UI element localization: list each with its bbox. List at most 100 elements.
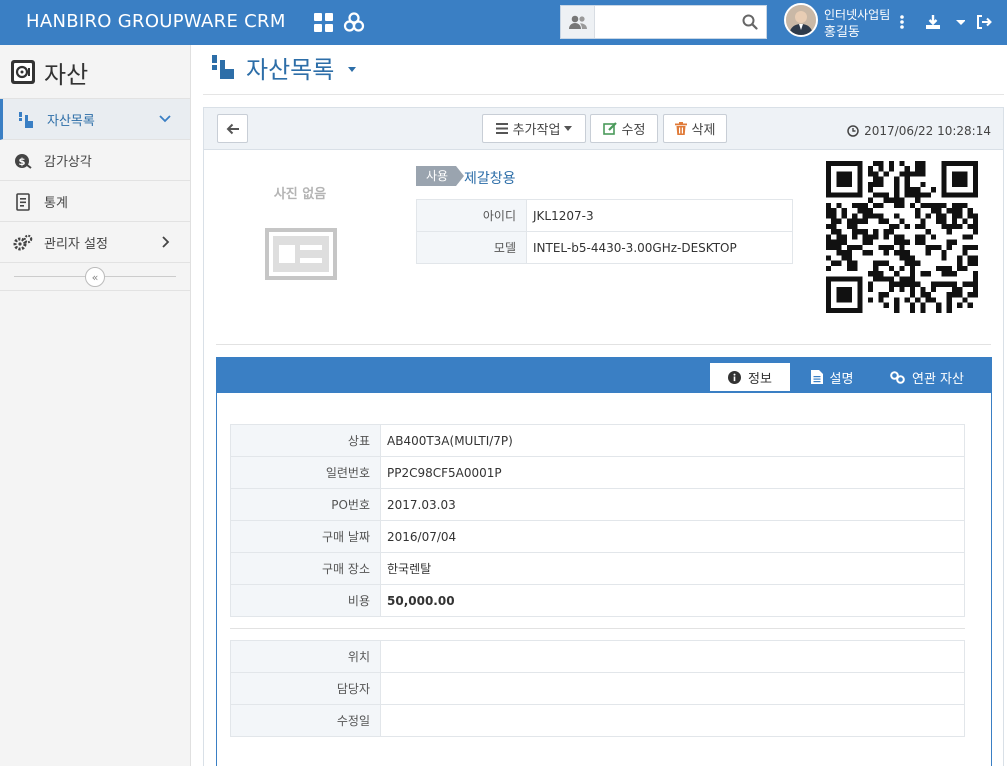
field-value: AB400T3A(MULTI/7P) <box>380 424 965 457</box>
no-photo-label: 사진 없음 <box>273 187 327 202</box>
link-icon <box>890 370 905 384</box>
field-label: 구매 날짜 <box>230 520 381 553</box>
pointer-hand-icon <box>16 110 36 130</box>
search-icon <box>742 14 758 30</box>
org-chart-icon[interactable] <box>342 10 366 34</box>
info-circle-icon <box>728 370 742 384</box>
tab-related-assets[interactable]: 연관 자산 <box>885 363 969 391</box>
field-label: 구매 장소 <box>230 552 381 585</box>
pointer-hand-icon <box>212 55 234 79</box>
double-chevron-left-icon[interactable]: « <box>85 267 105 287</box>
summary-table: 아이디 JKL1207-3 모델 INTEL-b5-4430-3.00GHz-D… <box>416 199 793 264</box>
table-row: 아이디 JKL1207-3 <box>416 199 793 232</box>
field-value: PP2C98CF5A0001P <box>380 456 965 489</box>
assigned-user-name[interactable]: 제갈창용 <box>464 168 516 188</box>
field-label: 모델 <box>416 231 527 264</box>
table-row: 상표 AB400T3A(MULTI/7P) <box>230 424 965 457</box>
tab-bar: 정보 설명 연관 자산 <box>217 358 991 393</box>
trash-icon <box>674 122 687 135</box>
field-value: 한국렌탈 <box>380 552 965 585</box>
sidebar-item-statistics[interactable]: 통계 <box>0 181 190 222</box>
caret-down-icon <box>564 126 573 131</box>
table-row: 구매 날짜 2016/07/04 <box>230 520 965 553</box>
info-table: 상표 AB400T3A(MULTI/7P) 일련번호 PP2C98CF5A0001P… <box>230 424 965 617</box>
chevron-right-icon[interactable] <box>158 234 172 250</box>
status-badge: 사용 <box>416 166 465 186</box>
field-label: 담당자 <box>230 672 381 705</box>
table-row: PO번호 2017.03.03 <box>230 488 965 521</box>
page-title[interactable]: 자산목록 <box>246 50 334 85</box>
chevron-down-icon[interactable] <box>158 111 172 127</box>
asset-detail-panel: 추가작업 수정 삭제 2017/06/22 10:28:14 사진 없음 사용 … <box>203 107 1004 766</box>
field-label: 상표 <box>230 424 381 457</box>
search-button[interactable] <box>736 6 764 38</box>
sidebar-item-admin-settings[interactable]: 관리자 설정 <box>0 222 190 263</box>
edit-icon <box>602 122 617 135</box>
gears-icon <box>13 233 33 253</box>
avatar[interactable] <box>784 3 818 37</box>
edit-button[interactable]: 수정 <box>590 114 658 143</box>
table-row: 위치 <box>230 640 965 673</box>
field-value: INTEL-b5-4430-3.00GHz-DESKTOP <box>526 231 793 264</box>
search-input[interactable] <box>596 6 736 38</box>
table-row: 수정일 <box>230 704 965 737</box>
tab-info[interactable]: 정보 <box>710 363 790 391</box>
field-value: 2017.03.03 <box>380 488 965 521</box>
table-row: 일련번호 PP2C98CF5A0001P <box>230 456 965 489</box>
download-icon[interactable] <box>924 10 966 34</box>
table-row: 담당자 <box>230 672 965 705</box>
clock-icon <box>847 125 859 137</box>
sidebar-collapse-bar: « <box>0 263 190 291</box>
detail-tabs-box: 정보 설명 연관 자산 상표 AB400T3A(MULTI/7P) 일련번호 PP2… <box>216 357 992 766</box>
sidebar-item-label: 감가상각 <box>44 155 92 170</box>
field-value: JKL1207-3 <box>526 199 793 232</box>
brand-logo-text[interactable]: HANBIRO GROUPWARE CRM <box>26 11 286 32</box>
delete-button[interactable]: 삭제 <box>663 114 727 143</box>
vertical-dots-icon[interactable] <box>896 10 908 34</box>
safe-icon <box>11 60 35 84</box>
field-label: 위치 <box>230 640 381 673</box>
tab-description[interactable]: 설명 <box>805 363 859 391</box>
field-value <box>380 640 965 673</box>
modified-timestamp: 2017/06/22 10:28:14 <box>847 124 991 138</box>
sidebar-item-asset-list[interactable]: 자산목록 <box>0 99 190 140</box>
sidebar-header: 자산 <box>0 45 190 99</box>
field-value <box>380 672 965 705</box>
table-row: 구매 장소 한국렌탈 <box>230 552 965 585</box>
field-label: PO번호 <box>230 488 381 521</box>
divider <box>203 94 1004 95</box>
sidebar-item-label: 관리자 설정 <box>44 237 108 252</box>
location-table: 위치 담당자 수정일 <box>230 640 965 737</box>
back-button[interactable] <box>217 114 248 143</box>
logout-icon[interactable] <box>972 10 996 34</box>
users-icon <box>568 15 587 29</box>
table-row: 비용 50,000.00 <box>230 584 965 617</box>
svg-text:$: $ <box>19 157 26 168</box>
cost-value: 50,000.00 <box>380 584 965 617</box>
field-label: 수정일 <box>230 704 381 737</box>
field-value <box>380 704 965 737</box>
field-label: 일련번호 <box>230 456 381 489</box>
field-value: 2016/07/04 <box>380 520 965 553</box>
coin-dollar-icon: $ <box>13 151 33 171</box>
sidebar-item-label: 통계 <box>44 196 68 211</box>
search-box <box>560 5 767 39</box>
field-label: 비용 <box>230 584 381 617</box>
more-actions-button[interactable]: 추가작업 <box>482 114 586 143</box>
report-icon <box>13 192 33 212</box>
field-label: 아이디 <box>416 199 527 232</box>
sidebar: 자산 자산목록 $ 감가상각 통계 관리자 설정 « <box>0 45 191 766</box>
file-icon <box>810 370 823 384</box>
top-header: HANBIRO GROUPWARE CRM 인터넷사업팀 홍길동 <box>0 0 1007 45</box>
qr-code <box>826 161 978 313</box>
caret-down-icon[interactable] <box>348 67 356 72</box>
sidebar-item-label: 자산목록 <box>47 114 95 129</box>
sidebar-item-depreciation[interactable]: $ 감가상각 <box>0 140 190 181</box>
table-row: 모델 INTEL-b5-4430-3.00GHz-DESKTOP <box>416 231 793 264</box>
contact-search-button[interactable] <box>561 6 595 38</box>
apps-grid-icon[interactable] <box>312 10 334 34</box>
user-name[interactable]: 홍길동 <box>824 21 860 40</box>
arrow-left-icon <box>226 123 239 134</box>
divider <box>230 628 965 629</box>
divider <box>216 344 991 345</box>
